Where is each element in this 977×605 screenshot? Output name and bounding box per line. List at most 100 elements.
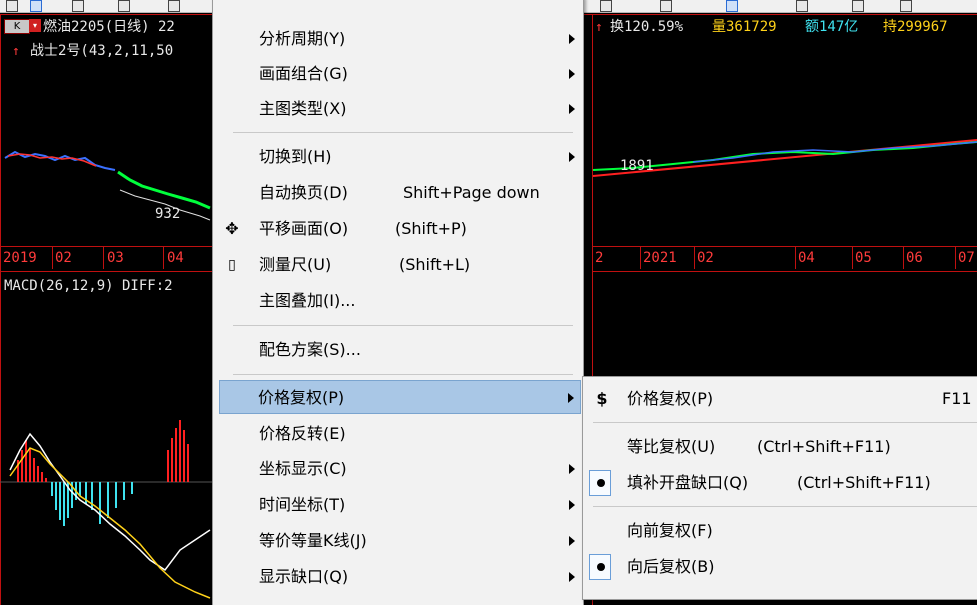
toolbar-icon-4[interactable]	[118, 0, 130, 12]
menu-item-price-reverse[interactable]: 价格反转(E)	[215, 417, 581, 451]
date-label: 2	[595, 250, 604, 266]
menu-item-main-chart-type[interactable]: 主图类型(X)	[215, 92, 581, 126]
submenu-item-shortcut: (Ctrl+Shift+F11)	[757, 437, 891, 456]
date-label: 04	[167, 250, 184, 266]
date-label: 04	[798, 250, 815, 266]
toolbar-icon-8[interactable]	[726, 0, 738, 12]
kline-badge[interactable]: K	[4, 19, 30, 34]
stat-volume: 量361729	[712, 19, 777, 35]
menu-item-time-axis[interactable]: 时间坐标(T)	[215, 488, 581, 522]
stat-amount: 额147亿	[805, 19, 859, 35]
submenu-item-label: 向后复权(B)	[627, 557, 715, 576]
submenu-arrow-icon	[569, 34, 575, 44]
toolbar-icon-10[interactable]	[852, 0, 864, 12]
menu-item-pan-screen[interactable]: ✥ 平移画面(O) (Shift+P)	[215, 212, 581, 246]
toolbar-icon-6[interactable]	[600, 0, 612, 12]
menu-item-shortcut: (Shift+L)	[399, 255, 471, 274]
submenu-item-label: 向前复权(F)	[627, 521, 713, 540]
submenu-item-label: 填补开盘缺口(Q)	[627, 473, 749, 492]
macd-chart-left	[0, 420, 212, 599]
submenu-item-backward-adjust[interactable]: 向后复权(B)	[585, 550, 977, 584]
menu-item-label: 主图叠加(I)...	[259, 291, 356, 310]
price-low-label: 932	[155, 206, 181, 222]
submenu-item-price-adjust[interactable]: $ 价格复权(P) F11	[585, 382, 977, 416]
submenu-arrow-icon	[569, 572, 575, 582]
menu-item-ruler[interactable]: ▯ 测量尺(U) (Shift+L)	[215, 248, 581, 282]
submenu-item-fill-gap[interactable]: 填补开盘缺口(Q) (Ctrl+Shift+F11)	[585, 466, 977, 500]
date-tick	[694, 247, 695, 269]
price-adjust-submenu: $ 价格复权(P) F11 等比复权(U) (Ctrl+Shift+F11) 填…	[582, 376, 977, 600]
menu-item-label: 时间坐标(T)	[259, 495, 346, 514]
menu-item-auto-page[interactable]: 自动换页(D) Shift+Page down	[215, 176, 581, 210]
menu-item-color-scheme[interactable]: 配色方案(S)...	[215, 333, 581, 367]
submenu-arrow-icon	[569, 464, 575, 474]
menu-item-screen-combo[interactable]: 画面组合(G)	[215, 57, 581, 91]
submenu-separator	[593, 422, 977, 423]
menu-item-label: 测量尺(U)	[259, 255, 332, 274]
menu-item-show-gap[interactable]: 显示缺口(Q)	[215, 560, 581, 594]
date-tick	[795, 247, 796, 269]
checked-dot-icon	[597, 479, 605, 487]
submenu-item-proportional[interactable]: 等比复权(U) (Ctrl+Shift+F11)	[585, 430, 977, 464]
date-label: 07	[958, 250, 975, 266]
menu-item-analysis-period[interactable]: 分析周期(Y)	[215, 22, 581, 56]
date-label: 03	[107, 250, 124, 266]
menu-item-price-adjust[interactable]: 价格复权(P)	[219, 380, 581, 414]
kline-dropdown-icon[interactable]: ▾	[29, 19, 41, 32]
submenu-arrow-icon	[569, 104, 575, 114]
submenu-item-label: 价格复权(P)	[627, 389, 714, 408]
date-label: 05	[855, 250, 872, 266]
submenu-arrow-icon	[569, 536, 575, 546]
menu-item-label: 坐标显示(C)	[259, 459, 347, 478]
submenu-item-forward-adjust[interactable]: 向前复权(F)	[585, 514, 977, 548]
up-arrow-icon-right: ↑	[595, 20, 603, 35]
date-tick	[640, 247, 641, 269]
date-label: 02	[697, 250, 714, 266]
date-label: 2021	[643, 250, 677, 266]
menu-item-label: 画面组合(G)	[259, 64, 348, 83]
menu-item-label: 配色方案(S)...	[259, 340, 361, 359]
date-label: 2019	[3, 250, 37, 266]
menu-item-label: 价格反转(E)	[259, 424, 346, 443]
app-window: K ▾ 燃油2205(日线) 22 ↑ 战士2号(43,2,11,50 ↑ 换1…	[0, 0, 977, 605]
chart-title: 燃油2205(日线) 22	[43, 19, 175, 35]
submenu-arrow-icon	[569, 500, 575, 510]
menu-item-label: 等价等量K线(J)	[259, 531, 367, 550]
submenu-item-shortcut: (Ctrl+Shift+F11)	[797, 473, 931, 492]
menu-item-main-overlay[interactable]: 主图叠加(I)...	[215, 284, 581, 318]
toolbar-icon-11[interactable]	[900, 0, 912, 12]
menu-item-shortcut: (Shift+P)	[395, 219, 467, 238]
price-label-right: 1891	[620, 158, 654, 174]
date-tick	[163, 247, 164, 269]
ruler-icon: ▯	[228, 257, 236, 273]
context-menu: 分析周期(Y) 画面组合(G) 主图类型(X) 切换到(H) 自动换页(D) S…	[212, 0, 584, 605]
date-tick	[903, 247, 904, 269]
move-icon: ✥	[225, 219, 239, 238]
stat-turnover: 换120.59%	[610, 19, 684, 35]
submenu-arrow-icon	[568, 393, 574, 403]
menu-separator	[233, 374, 573, 375]
menu-item-label: 自动换页(D)	[259, 183, 348, 202]
menu-item-label: 显示缺口(Q)	[259, 567, 349, 586]
toolbar-icon-1[interactable]	[6, 0, 18, 12]
menu-item-label: 分析周期(Y)	[259, 29, 346, 48]
menu-separator	[233, 132, 573, 133]
toolbar-icon-2[interactable]	[30, 0, 42, 12]
date-tick	[852, 247, 853, 269]
up-arrow-icon: ↑	[12, 44, 20, 59]
dollar-icon: $	[596, 389, 608, 408]
toolbar-icon-9[interactable]	[796, 0, 808, 12]
submenu-separator	[593, 506, 977, 507]
menu-item-equal-kline[interactable]: 等价等量K线(J)	[215, 524, 581, 558]
menu-item-label: 平移画面(O)	[259, 219, 349, 238]
menu-separator	[233, 325, 573, 326]
submenu-item-shortcut: F11	[942, 389, 972, 408]
macd-label: MACD(26,12,9) DIFF:2	[4, 278, 173, 294]
toolbar-icon-3[interactable]	[72, 0, 84, 12]
toolbar-icon-5[interactable]	[168, 0, 180, 12]
toolbar-icon-7[interactable]	[660, 0, 672, 12]
date-label: 06	[906, 250, 923, 266]
menu-item-axis-display[interactable]: 坐标显示(C)	[215, 452, 581, 486]
menu-item-shortcut: Shift+Page down	[403, 183, 540, 202]
menu-item-switch-to[interactable]: 切换到(H)	[215, 140, 581, 174]
